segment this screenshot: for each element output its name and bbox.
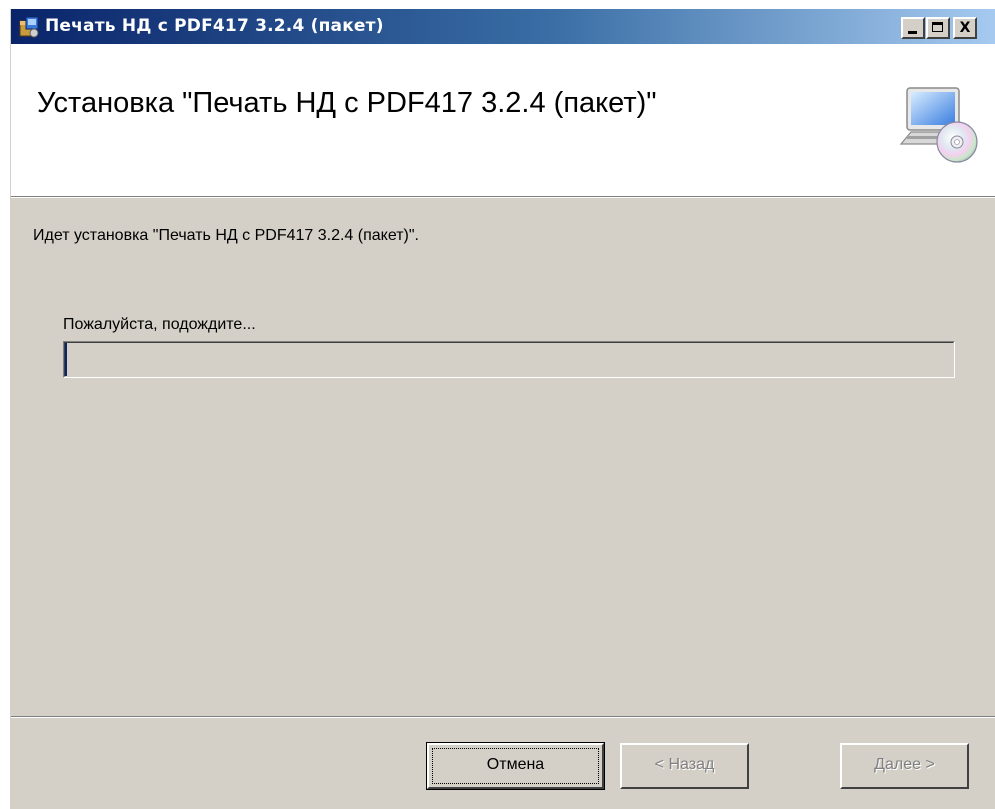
progress-fill (65, 343, 67, 376)
cancel-button-label: Отмена (486, 756, 545, 773)
page-title: Установка "Печать НД с PDF417 3.2.4 (пак… (37, 87, 657, 119)
window-title: Печать НД с PDF417 3.2.4 (пакет) (45, 16, 384, 36)
cancel-button[interactable]: Отмена (426, 742, 605, 790)
install-status-text: Идет установка "Печать НД с PDF417 3.2.4… (33, 227, 419, 244)
next-button-label: Далее > (874, 756, 935, 773)
installer-package-icon (19, 16, 39, 38)
maximize-button[interactable] (926, 17, 950, 39)
minimize-button[interactable] (901, 17, 925, 39)
title-bar[interactable]: Печать НД с PDF417 3.2.4 (пакет) X (11, 9, 995, 44)
back-button-label: < Назад (654, 756, 715, 773)
header-banner: Установка "Печать НД с PDF417 3.2.4 (пак… (11, 44, 995, 196)
close-button[interactable]: X (953, 17, 977, 39)
back-button[interactable]: < Назад (620, 743, 749, 789)
next-button[interactable]: Далее > (840, 743, 969, 789)
install-progress-bar (63, 341, 955, 378)
computer-cd-icon (899, 87, 978, 163)
installer-window: Печать НД с PDF417 3.2.4 (пакет) X Устан… (10, 9, 995, 809)
progress-track (64, 342, 954, 377)
wait-label: Пожалуйста, подождите... (63, 316, 256, 333)
footer-divider-highlight (11, 717, 995, 718)
banner-divider-highlight (11, 197, 995, 198)
